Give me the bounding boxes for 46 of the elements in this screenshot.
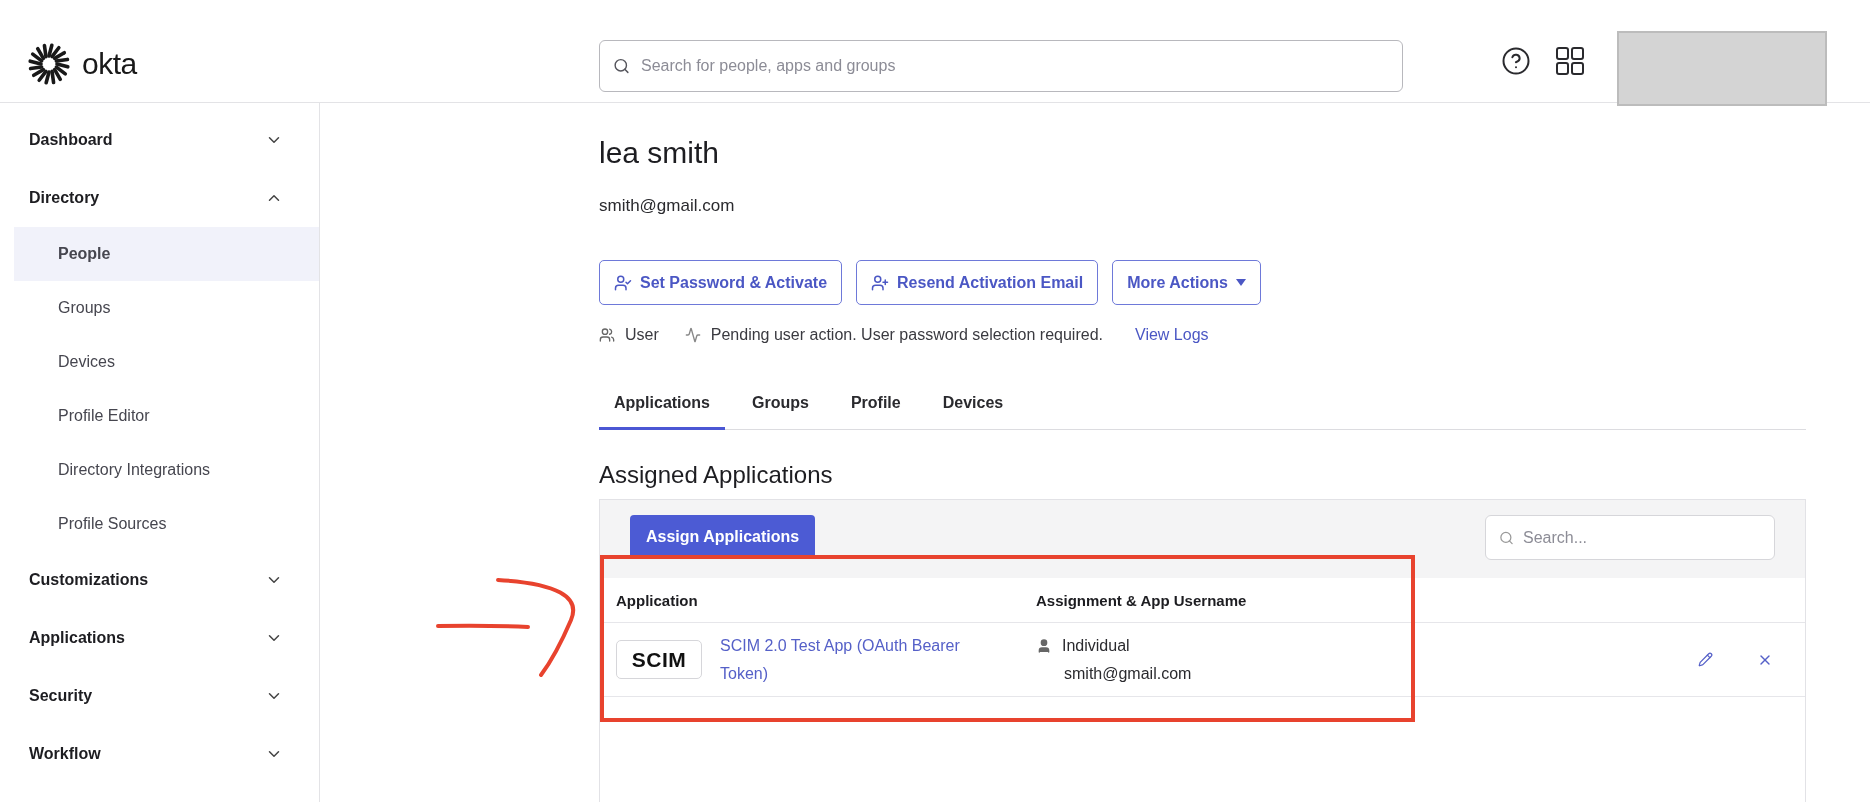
search-field[interactable]: Search for people, apps and groups <box>599 40 1403 92</box>
tab[interactable]: Profile <box>835 388 916 430</box>
user-check-icon <box>614 273 632 292</box>
section-title: Assigned Applications <box>599 460 834 490</box>
search-icon <box>613 57 630 75</box>
column-header: Application <box>616 591 698 609</box>
sidebar-subitem[interactable]: People <box>14 227 319 281</box>
logo-text: okta <box>82 47 137 81</box>
sidebar-item[interactable]: Applications <box>0 609 319 667</box>
sidebar-item[interactable]: Directory <box>0 169 319 227</box>
sidebar-subitem[interactable]: Groups <box>14 281 319 335</box>
sunburst-logo-icon <box>28 43 70 85</box>
sidebar-subitem[interactable]: Directory Integrations <box>14 443 319 497</box>
table-search-field[interactable]: Search... <box>1485 515 1775 560</box>
sidebar-subitem[interactable]: Profile Editor <box>14 389 319 443</box>
user-type: User <box>625 326 659 344</box>
app-logo: SCIM <box>616 640 702 679</box>
column-header: Assignment & App Username <box>1036 591 1247 609</box>
action-button[interactable]: Resend Activation Email <box>856 260 1099 305</box>
tab[interactable]: Groups <box>737 388 824 430</box>
sidebar-subitem[interactable]: Devices <box>14 335 319 389</box>
grid-icon[interactable] <box>1555 46 1585 76</box>
app-link[interactable]: SCIM 2.0 Test App (OAuth Bearer Token) <box>720 631 990 688</box>
assignment-type: Individual <box>1062 635 1130 656</box>
user-name: lea smith <box>599 135 721 171</box>
status-message: Pending user action. User password selection required. <box>710 326 1103 344</box>
activity-icon <box>684 327 701 343</box>
sidebar-item[interactable]: Security <box>0 667 319 725</box>
search-icon <box>1499 530 1514 545</box>
action-button[interactable]: More Actions <box>1112 260 1261 305</box>
help-icon[interactable] <box>1501 46 1531 76</box>
tab[interactable]: Applications <box>599 388 725 430</box>
user-plus-icon <box>871 273 890 292</box>
user-email: smith@gmail.com <box>599 195 736 217</box>
sidebar-item[interactable]: Workflow <box>0 725 319 783</box>
users-icon <box>599 327 615 343</box>
caret-icon <box>1235 279 1246 286</box>
action-button[interactable]: Set Password & Activate <box>599 260 843 305</box>
edit-button[interactable] <box>1698 652 1713 667</box>
sidebar-item[interactable]: Dashboard <box>0 111 319 169</box>
view-logs-link[interactable]: View Logs <box>1135 326 1209 344</box>
app-username: smith@gmail.com <box>1064 663 1192 684</box>
tab[interactable]: Devices <box>927 388 1019 430</box>
sidebar-item[interactable]: Customizations <box>0 551 319 609</box>
sidebar-subitem[interactable]: Profile Sources <box>14 497 319 551</box>
person-icon <box>1036 637 1052 654</box>
